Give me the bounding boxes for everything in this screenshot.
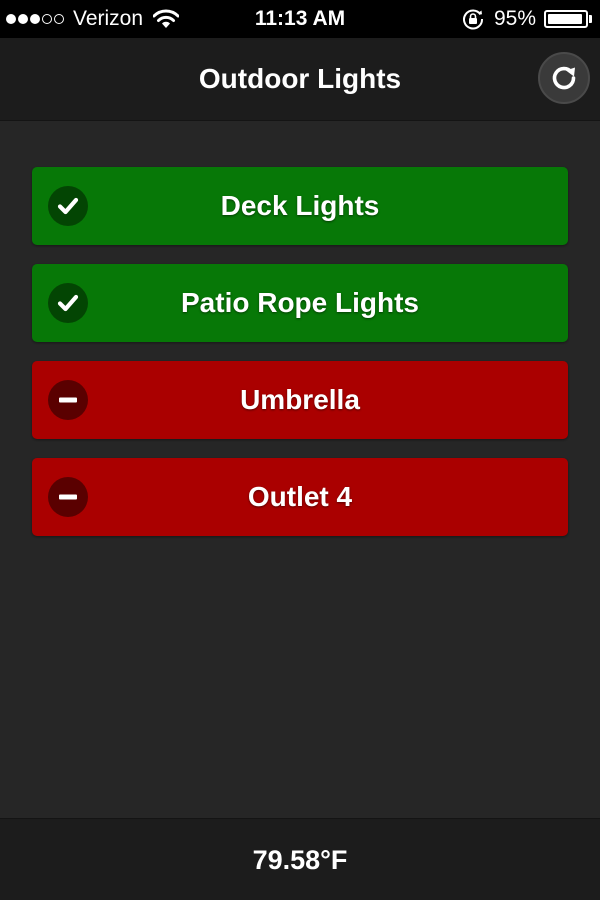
light-toggle-outlet-4[interactable]: Outlet 4 [32,458,568,536]
footer: 79.58°F [0,818,600,900]
check-icon [48,186,88,226]
signal-dot [18,14,28,24]
minus-icon [48,477,88,517]
light-label: Outlet 4 [247,481,353,512]
refresh-icon [552,66,576,90]
minus-icon [48,380,88,420]
status-right: 95% [462,0,592,38]
status-bar: Verizon 11:13 AM 95% [0,0,600,38]
battery-tip [589,15,592,23]
check-icon [48,283,88,323]
temperature-readout: 79.58°F [252,845,348,875]
page-title: Outdoor Lights [198,63,402,94]
signal-dot [6,14,16,24]
status-left: Verizon [6,0,180,38]
light-toggle-umbrella[interactable]: Umbrella [32,361,568,439]
signal-dot [42,14,52,24]
rotation-lock-icon [463,9,483,30]
light-label: Umbrella [240,384,360,415]
light-list: Deck Lights Patio Rope Lights Umbrella Outl… [32,167,568,555]
signal-strength-icon [6,14,66,24]
light-toggle-patio-rope-lights[interactable]: Patio Rope Lights [32,264,568,342]
screen: Verizon 11:13 AM 95% Outdoor Lights Deck… [0,0,600,900]
carrier-name: Verizon [73,7,144,30]
light-label: Patio Rope Lights [181,287,419,318]
signal-dot [54,14,64,24]
light-toggle-deck-lights[interactable]: Deck Lights [32,167,568,245]
refresh-button[interactable] [538,52,590,104]
signal-dot [30,14,40,24]
battery-level [548,14,582,24]
wifi-icon [153,9,180,28]
light-label: Deck Lights [220,190,380,221]
battery-percent: 95% [493,7,536,30]
battery-icon [544,10,588,28]
header: Outdoor Lights [0,38,600,121]
